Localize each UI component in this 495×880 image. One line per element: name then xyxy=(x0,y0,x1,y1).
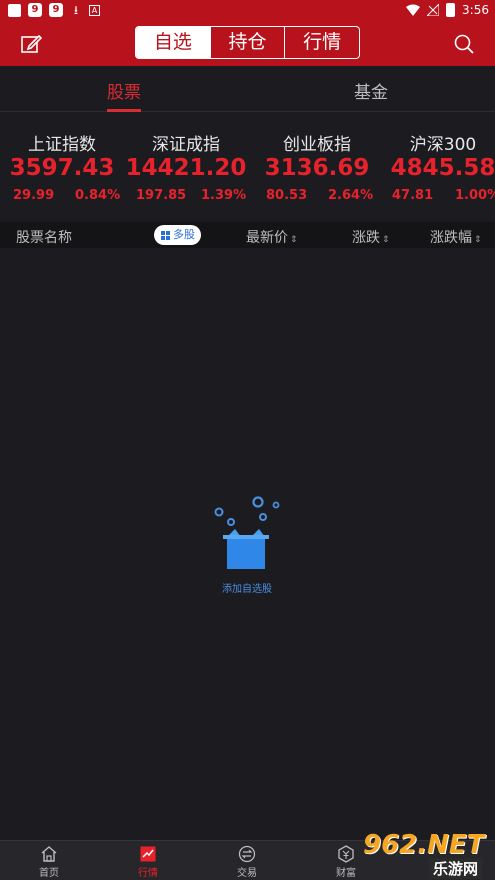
market-indices: 上证指数 3597.43 29.99 0.84% 深证成指 14421.20 1… xyxy=(0,112,495,220)
sub-tabs: 股票 基金 xyxy=(0,66,495,112)
grid-icon xyxy=(161,231,170,240)
search-icon[interactable] xyxy=(453,33,475,55)
index-value: 4845.58 xyxy=(390,155,495,181)
index-percent: 2.64% xyxy=(328,188,374,203)
app-notification-icon xyxy=(8,3,21,17)
watermark-brand: 962.NET xyxy=(363,830,485,860)
a-icon: A xyxy=(89,4,100,16)
index-name: 创业板指 xyxy=(283,135,351,155)
sort-icon: ⇕ xyxy=(382,235,390,245)
tab-market-label: 行情 xyxy=(138,868,158,879)
index-value: 14421.20 xyxy=(125,155,247,181)
index-change: 197.85 xyxy=(136,188,187,203)
battery-icon xyxy=(446,3,456,17)
trade-icon xyxy=(238,845,256,863)
index-change: 80.53 xyxy=(266,188,308,203)
status-left-icons: 9 9 ⭳ A xyxy=(8,3,100,17)
index-card-chinext[interactable]: 创业板指 3136.69 80.53 2.64% xyxy=(255,112,379,220)
index-value: 3597.43 xyxy=(9,155,115,181)
index-change: 29.99 xyxy=(13,188,55,203)
status-time: 3:56 xyxy=(462,3,489,17)
wifi-icon xyxy=(406,4,421,16)
tab-trade[interactable]: 交易 xyxy=(217,845,277,879)
index-card-shanghai[interactable]: 上证指数 3597.43 29.99 0.84% xyxy=(0,112,124,220)
wealth-icon xyxy=(338,845,354,863)
index-card-csi300[interactable]: 沪深300 4845.58 47.81 1.00% xyxy=(381,112,495,220)
column-change-percent[interactable]: 涨跌幅 ⇕ xyxy=(430,227,482,247)
notification-badge-icon: 9 xyxy=(28,3,42,17)
app-header: 自选 持仓 行情 xyxy=(0,22,495,66)
index-percent: 1.39% xyxy=(201,188,247,203)
multi-stock-label: 多股 xyxy=(173,228,195,241)
tab-trade-label: 交易 xyxy=(237,868,257,879)
status-bar: 9 9 ⭳ A 3:56 xyxy=(0,0,495,22)
tab-market[interactable]: 行情 xyxy=(118,845,178,879)
index-name: 上证指数 xyxy=(28,135,96,155)
download-icon: ⭳ xyxy=(73,3,79,17)
multi-stock-button[interactable]: 多股 xyxy=(154,225,201,245)
add-watchlist-label: 添加自选股 xyxy=(222,584,272,595)
sort-icon: ⇕ xyxy=(474,235,482,245)
empty-box-icon xyxy=(214,496,280,569)
sort-icon: ⇕ xyxy=(290,235,298,245)
market-chart-icon xyxy=(140,846,156,862)
tab-stocks[interactable]: 股票 xyxy=(107,78,141,103)
index-name: 深证成指 xyxy=(152,135,220,155)
column-change[interactable]: 涨跌 ⇕ xyxy=(352,227,390,247)
edit-icon[interactable] xyxy=(20,33,42,55)
column-change-percent-label: 涨跌幅 xyxy=(430,230,472,246)
segment-watchlist[interactable]: 自选 xyxy=(136,27,210,58)
segment-market[interactable]: 行情 xyxy=(284,27,359,58)
column-stock-name: 股票名称 xyxy=(16,230,72,246)
segment-holdings[interactable]: 持仓 xyxy=(209,27,285,58)
tab-home[interactable]: 首页 xyxy=(19,845,79,879)
column-latest-price[interactable]: 最新价 ⇕ xyxy=(246,227,298,247)
index-percent: 0.84% xyxy=(75,188,121,203)
column-latest-price-label: 最新价 xyxy=(246,230,288,246)
header-segmented-control: 自选 持仓 行情 xyxy=(135,26,360,59)
index-value: 3136.69 xyxy=(264,155,370,181)
tab-home-label: 首页 xyxy=(39,868,59,879)
index-name: 沪深300 xyxy=(409,135,477,155)
status-right-icons: 3:56 xyxy=(406,3,489,17)
empty-watchlist[interactable]: 添加自选股 xyxy=(205,495,285,595)
index-percent: 1.00% xyxy=(455,188,495,203)
signal-icon xyxy=(427,4,440,16)
index-change: 47.81 xyxy=(392,188,434,203)
tab-funds[interactable]: 基金 xyxy=(354,78,388,103)
home-icon xyxy=(41,846,57,862)
column-change-label: 涨跌 xyxy=(352,230,380,246)
list-column-header: 股票名称 多股 最新价 ⇕ 涨跌 ⇕ 涨跌幅 ⇕ xyxy=(0,222,495,248)
watermark-logo: 962.NET 乐游网 xyxy=(357,828,495,880)
notification-badge-icon-2: 9 xyxy=(49,3,63,17)
index-card-shenzhen[interactable]: 深证成指 14421.20 197.85 1.39% xyxy=(124,112,248,220)
watermark-sub: 乐游网 xyxy=(429,858,483,879)
